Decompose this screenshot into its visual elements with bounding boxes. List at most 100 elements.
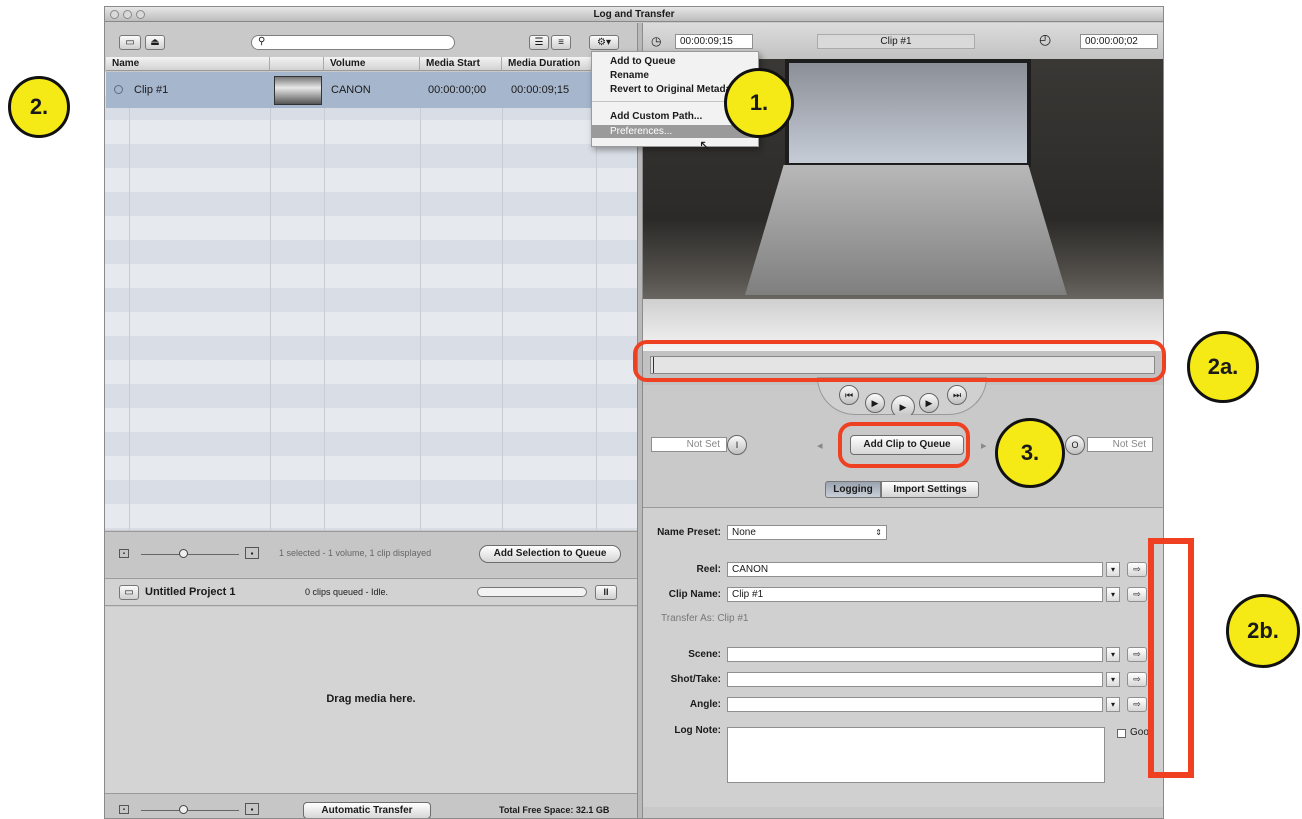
reel-field[interactable]: CANON xyxy=(727,562,1103,577)
tab-logging[interactable]: Logging xyxy=(825,481,881,498)
bracket-line xyxy=(1148,538,1154,778)
shot-take-field[interactable] xyxy=(727,672,1103,687)
queue-large-thumbnail-icon[interactable]: ▪ xyxy=(245,803,259,815)
angle-increment-button[interactable]: ⇨ xyxy=(1127,697,1147,712)
out-point-field[interactable]: Not Set xyxy=(1087,437,1153,452)
column-header-thumbnail[interactable] xyxy=(270,57,324,71)
timecode-clock-icon: ◴ xyxy=(1039,31,1052,47)
log-note-label: Log Note: xyxy=(674,725,721,736)
name-preset-select[interactable]: None ⇕ xyxy=(727,525,887,540)
bracket-right xyxy=(1188,538,1194,778)
duration-clock-icon: ◷ xyxy=(651,34,662,48)
scene-dropdown[interactable]: ▾ xyxy=(1106,647,1120,662)
left-arrow-icon: ◂ xyxy=(817,440,823,452)
play-in-to-out-button[interactable]: ▶ xyxy=(865,393,885,413)
shot-take-increment-button[interactable]: ⇨ xyxy=(1127,672,1147,687)
angle-field[interactable] xyxy=(727,697,1103,712)
queue-status-icon xyxy=(114,85,123,94)
mark-out-button[interactable]: O xyxy=(1065,435,1085,455)
automatic-transfer-button[interactable]: Automatic Transfer xyxy=(303,802,431,818)
annotation-badge-2a: 2a. xyxy=(1187,331,1259,403)
queue-drop-area[interactable]: Drag media here. xyxy=(105,607,637,793)
clip-name-dropdown[interactable]: ▾ xyxy=(1106,587,1120,602)
project-name: Untitled Project 1 xyxy=(145,586,236,598)
tab-import-settings[interactable]: Import Settings xyxy=(881,481,979,498)
thumbnail-size-slider[interactable] xyxy=(141,554,239,555)
drop-hint: Drag media here. xyxy=(326,693,416,705)
video-frame-screen xyxy=(785,59,1031,167)
action-menu-button[interactable]: ⚙▾ xyxy=(589,35,619,50)
browser-status-text: 1 selected - 1 volume, 1 clip displayed xyxy=(279,548,432,558)
annotation-badge-3: 3. xyxy=(995,418,1065,488)
window-title: Log and Transfer xyxy=(593,9,675,20)
free-space-text: Total Free Space: 32.1 GB xyxy=(499,805,610,815)
add-selection-to-queue-button[interactable]: Add Selection to Queue xyxy=(479,545,621,563)
queue-size-slider[interactable] xyxy=(141,810,239,811)
transfer-progress-bar xyxy=(477,587,587,597)
clip-thumbnail xyxy=(274,76,322,105)
current-timecode[interactable]: 00:00:00;02 xyxy=(1080,34,1158,49)
stepper-icon: ⇕ xyxy=(875,528,882,537)
queue-small-thumbnail-icon[interactable]: ▪ xyxy=(119,805,129,814)
right-arrow-icon: ▸ xyxy=(981,440,987,452)
transfer-as-text: Transfer As: Clip #1 xyxy=(661,613,749,624)
reel-increment-button[interactable]: ⇨ xyxy=(1127,562,1147,577)
scene-increment-button[interactable]: ⇨ xyxy=(1127,647,1147,662)
outline-view-button[interactable]: ≡ xyxy=(551,35,571,50)
go-to-in-button[interactable]: ⏮ xyxy=(839,385,859,405)
clip-volume-cell: CANON xyxy=(331,84,371,96)
gear-icon: ⚙▾ xyxy=(597,37,611,48)
reel-dropdown[interactable]: ▾ xyxy=(1106,562,1120,577)
search-icon: ⚲ xyxy=(258,36,266,47)
browser-list xyxy=(105,72,637,530)
scene-label: Scene: xyxy=(688,649,721,660)
pause-button[interactable]: II xyxy=(595,585,617,600)
clip-name-label: Clip Name: xyxy=(668,589,721,600)
eject-icon: ⏏ xyxy=(150,37,160,48)
project-icon[interactable]: ▭ xyxy=(119,585,139,600)
clip-title: Clip #1 xyxy=(817,34,975,49)
duration-timecode[interactable]: 00:00:09;15 xyxy=(675,34,753,49)
slider-thumb[interactable] xyxy=(179,549,188,558)
log-note-field[interactable] xyxy=(727,727,1105,783)
eject-button[interactable]: ⏏ xyxy=(145,35,165,50)
outline-icon: ≡ xyxy=(558,37,564,48)
highlight-add-clip xyxy=(838,422,970,468)
list-view-button[interactable]: ☰ xyxy=(529,35,549,50)
mark-in-button[interactable]: I xyxy=(727,435,747,455)
column-header-name[interactable]: Name xyxy=(106,57,270,71)
shot-take-dropdown[interactable]: ▾ xyxy=(1106,672,1120,687)
table-row[interactable]: Clip #1 CANON 00:00:00;00 00:00:09;15 xyxy=(106,72,636,108)
log-and-transfer-window: Log and Transfer ▭ ⏏ ⚲ ☰ ≡ ⚙▾ Name Volum… xyxy=(104,6,1164,819)
in-point-field[interactable]: Not Set xyxy=(651,437,727,452)
minimize-window-button[interactable] xyxy=(123,10,132,19)
small-thumbnail-icon[interactable]: ▪ xyxy=(119,549,129,558)
queue-slider-thumb[interactable] xyxy=(179,805,188,814)
annotation-badge-1: 1. xyxy=(724,68,794,138)
list-icon: ☰ xyxy=(534,37,544,48)
highlight-scrubber xyxy=(633,340,1166,382)
search-input[interactable]: ⚲ xyxy=(251,35,455,50)
play-around-button[interactable]: ▶ xyxy=(919,393,939,413)
large-thumbnail-icon[interactable]: ▪ xyxy=(245,547,259,559)
zoom-window-button[interactable] xyxy=(136,10,145,19)
menu-item-add-to-queue[interactable]: Add to Queue xyxy=(592,55,758,68)
queue-status: 0 clips queued - Idle. xyxy=(305,587,389,597)
annotation-badge-2: 2. xyxy=(8,76,70,138)
scene-field[interactable] xyxy=(727,647,1103,662)
column-header-media-duration[interactable]: Media Duration xyxy=(502,57,596,71)
column-header-volume[interactable]: Volume xyxy=(324,57,420,71)
close-window-button[interactable] xyxy=(110,10,119,19)
video-frame-laptop xyxy=(745,165,1067,295)
good-checkbox[interactable] xyxy=(1117,729,1126,738)
go-to-out-button[interactable]: ⏭ xyxy=(947,385,967,405)
import-folder-button[interactable]: ▭ xyxy=(119,35,141,50)
column-header-media-start[interactable]: Media Start xyxy=(420,57,502,71)
angle-dropdown[interactable]: ▾ xyxy=(1106,697,1120,712)
clip-name-increment-button[interactable]: ⇨ xyxy=(1127,587,1147,602)
clip-name-field[interactable]: Clip #1 xyxy=(727,587,1103,602)
clip-media-start-cell: 00:00:00;00 xyxy=(428,84,487,96)
annotation-badge-2b: 2b. xyxy=(1226,594,1300,668)
shot-take-label: Shot/Take: xyxy=(670,674,721,685)
angle-label: Angle: xyxy=(689,699,721,710)
